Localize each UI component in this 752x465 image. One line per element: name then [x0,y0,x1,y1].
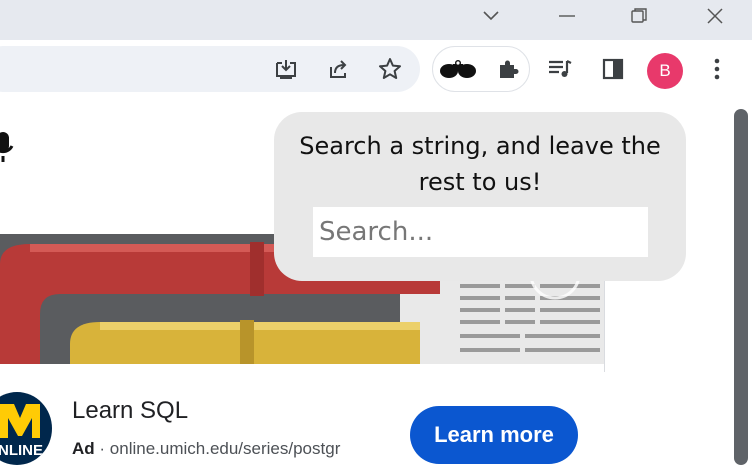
ad-url[interactable]: online.umich.edu/series/postgr [110,439,341,458]
ad-separator: · [94,439,110,458]
logo-text: NLINE [0,442,43,459]
install-app-icon[interactable] [270,53,302,85]
extensions-puzzle-icon[interactable] [492,53,524,85]
search-input[interactable] [313,207,648,257]
minimize-icon[interactable] [542,0,592,32]
browser-toolbar [0,40,752,102]
share-icon[interactable] [323,53,355,85]
microphone-icon[interactable] [0,130,16,169]
ad-meta-line: Ad · online.umich.edu/series/postgr [72,439,340,459]
restore-icon[interactable] [614,0,664,32]
binoculars-extension-icon[interactable] [439,53,477,85]
extension-popup: Search a string, and leave the rest to u… [274,112,686,281]
profile-avatar[interactable]: B [647,53,683,89]
popup-message: Search a string, and leave the rest to u… [299,132,661,196]
avatar-letter: B [659,61,671,80]
reading-list-icon[interactable] [544,53,576,85]
learn-more-button[interactable]: Learn more [410,406,578,464]
side-panel-icon[interactable] [597,53,629,85]
scrollbar-thumb[interactable] [734,109,748,465]
tab-search-chevron-icon[interactable] [466,0,516,32]
close-icon[interactable] [690,0,740,32]
ad-label: Ad [72,439,95,458]
ad-title[interactable]: Learn SQL [72,397,188,425]
title-bar [0,0,752,40]
menu-kebab-icon[interactable] [701,53,733,85]
bookmark-star-icon[interactable] [374,53,406,85]
address-bar[interactable] [0,46,420,92]
